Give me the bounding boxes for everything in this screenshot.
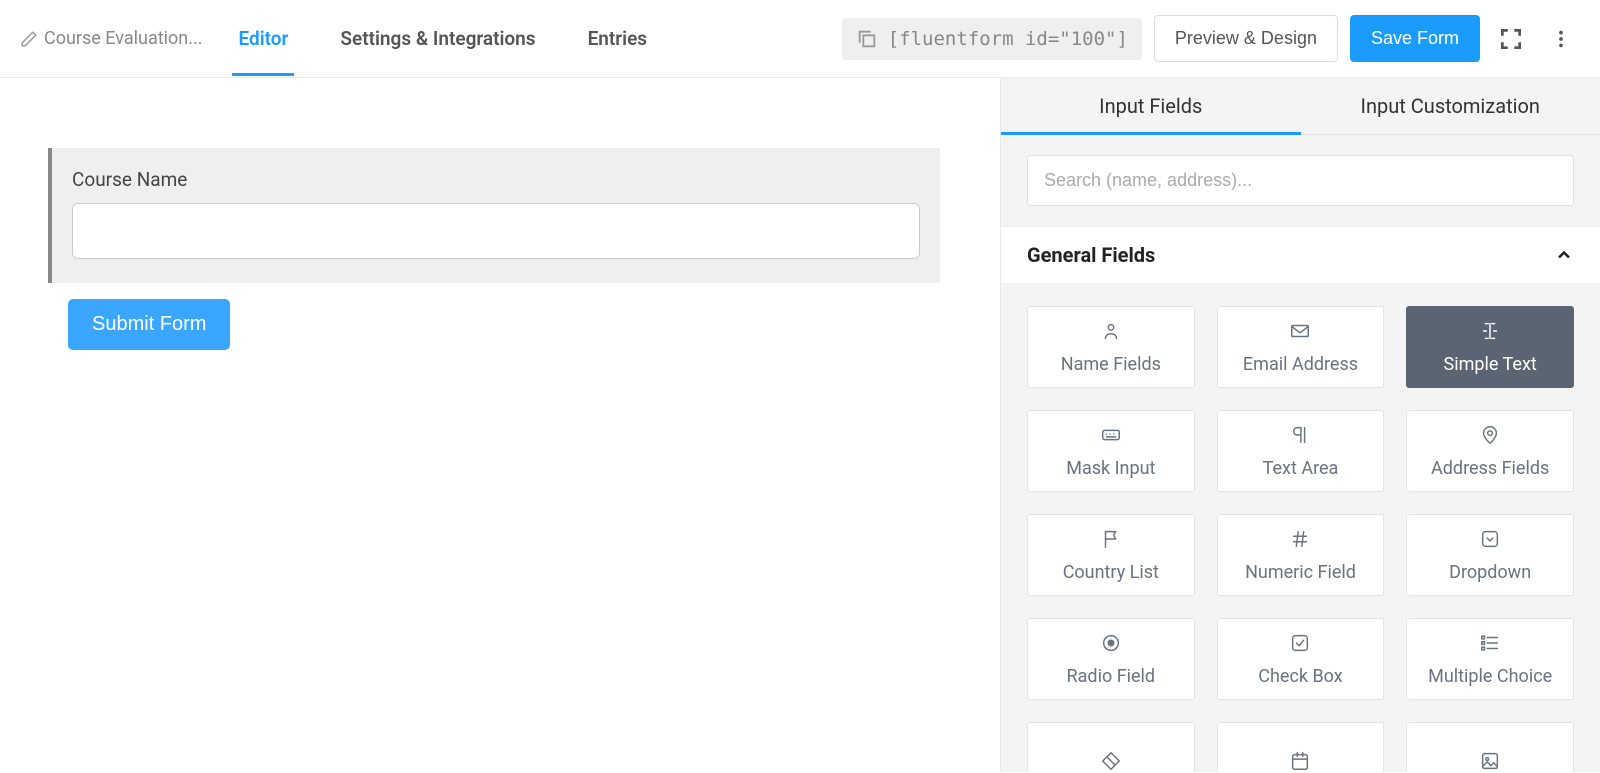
diamond-icon <box>1100 750 1122 772</box>
pencil-icon <box>20 30 38 48</box>
form-title[interactable]: Course Evaluation... <box>20 28 202 49</box>
field-card-label: Simple Text <box>1444 354 1537 375</box>
section-header-general[interactable]: General Fields <box>1001 226 1600 284</box>
field-card-label: Multiple Choice <box>1428 666 1552 687</box>
sidebar: Input Fields Input Customization General… <box>1000 78 1600 772</box>
fullscreen-button[interactable] <box>1492 20 1530 58</box>
field-card-field-13[interactable] <box>1027 722 1195 772</box>
list-icon <box>1479 632 1501 658</box>
field-card-check-box[interactable]: Check Box <box>1217 618 1385 700</box>
keyboard-icon <box>1100 424 1122 450</box>
field-card-field-15[interactable] <box>1406 722 1574 772</box>
copy-icon <box>856 28 878 50</box>
calendar-icon <box>1289 750 1311 772</box>
image-icon <box>1479 750 1501 772</box>
sidebar-tabs: Input Fields Input Customization <box>1001 78 1600 135</box>
field-card-numeric-field[interactable]: Numeric Field <box>1217 514 1385 596</box>
chevron-square-icon <box>1479 528 1501 554</box>
preview-button[interactable]: Preview & Design <box>1154 15 1338 62</box>
field-card-label: Text Area <box>1263 458 1339 479</box>
tab-settings[interactable]: Settings & Integrations <box>334 1 541 76</box>
pin-icon <box>1479 424 1501 450</box>
user-icon <box>1100 320 1122 346</box>
sidebar-tab-input-fields[interactable]: Input Fields <box>1001 78 1301 134</box>
field-card-text-area[interactable]: Text Area <box>1217 410 1385 492</box>
main: Course Name Submit Form Input Fields Inp… <box>0 78 1600 772</box>
field-card-multiple-choice[interactable]: Multiple Choice <box>1406 618 1574 700</box>
field-card-dropdown[interactable]: Dropdown <box>1406 514 1574 596</box>
right-actions: [fluentform id="100"] Preview & Design S… <box>842 15 1580 62</box>
field-card-name-fields[interactable]: Name Fields <box>1027 306 1195 388</box>
more-vert-icon <box>1550 28 1572 50</box>
course-name-input[interactable] <box>72 203 920 259</box>
field-card-label: Radio Field <box>1067 666 1156 687</box>
text-cursor-icon <box>1479 320 1501 346</box>
field-card-label: Country List <box>1063 562 1159 583</box>
submit-button[interactable]: Submit Form <box>68 299 230 350</box>
field-card-label: Check Box <box>1258 666 1342 687</box>
sidebar-tab-input-customization[interactable]: Input Customization <box>1301 78 1600 134</box>
section-title: General Fields <box>1027 243 1155 267</box>
field-card-label: Name Fields <box>1061 354 1161 375</box>
form-canvas: Course Name Submit Form <box>0 78 1000 772</box>
radio-icon <box>1100 632 1122 658</box>
field-card-radio-field[interactable]: Radio Field <box>1027 618 1195 700</box>
chevron-up-icon <box>1554 245 1574 265</box>
pilcrow-icon <box>1289 424 1311 450</box>
envelope-icon <box>1289 320 1311 346</box>
tab-entries[interactable]: Entries <box>582 1 653 76</box>
field-card-label: Address Fields <box>1431 458 1549 479</box>
field-card-country-list[interactable]: Country List <box>1027 514 1195 596</box>
search-input[interactable] <box>1027 155 1574 206</box>
field-label: Course Name <box>72 168 920 191</box>
check-icon <box>1289 632 1311 658</box>
save-button[interactable]: Save Form <box>1350 15 1480 62</box>
shortcode-copy[interactable]: [fluentform id="100"] <box>842 18 1142 60</box>
field-card-simple-text[interactable]: Simple Text <box>1406 306 1574 388</box>
form-title-text: Course Evaluation... <box>44 28 202 49</box>
tab-editor[interactable]: Editor <box>232 1 294 76</box>
field-card-email-address[interactable]: Email Address <box>1217 306 1385 388</box>
hash-icon <box>1289 528 1311 554</box>
fullscreen-icon <box>1498 26 1524 52</box>
shortcode-text: [fluentform id="100"] <box>888 28 1128 50</box>
field-card-field-14[interactable] <box>1217 722 1385 772</box>
field-card-label: Mask Input <box>1066 458 1155 479</box>
field-card-address-fields[interactable]: Address Fields <box>1406 410 1574 492</box>
main-tabs: Editor Settings & Integrations Entries <box>232 1 841 76</box>
field-card-mask-input[interactable]: Mask Input <box>1027 410 1195 492</box>
field-card-label: Email Address <box>1243 354 1358 375</box>
more-button[interactable] <box>1542 20 1580 58</box>
search-wrap <box>1001 135 1600 226</box>
topbar: Course Evaluation... Editor Settings & I… <box>0 0 1600 78</box>
field-card-label: Numeric Field <box>1245 562 1356 583</box>
field-card-label: Dropdown <box>1449 562 1531 583</box>
field-grid: Name Fields Email Address Simple Text Mask … <box>1001 284 1600 772</box>
form-field-block[interactable]: Course Name <box>48 148 940 283</box>
flag-icon <box>1100 528 1122 554</box>
